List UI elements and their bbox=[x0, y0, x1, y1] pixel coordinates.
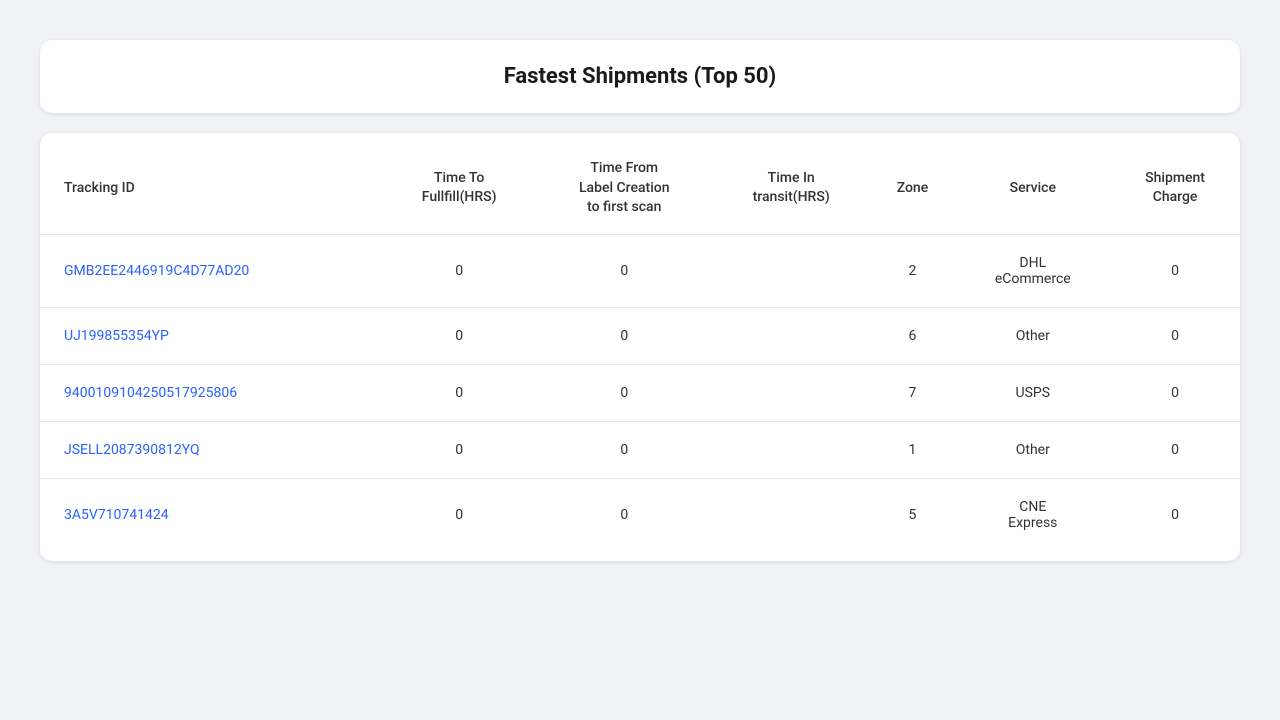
cell-tracking-id: JSELL2087390812YQ bbox=[40, 421, 383, 478]
table-row: UJ199855354YP006Other0 bbox=[40, 307, 1240, 364]
cell-time-in-transit bbox=[713, 364, 870, 421]
cell-shipment-charge: 0 bbox=[1110, 307, 1240, 364]
cell-time-from-label: 0 bbox=[536, 421, 713, 478]
table-row: GMB2EE2446919C4D77AD20002DHLeCommerce0 bbox=[40, 234, 1240, 307]
cell-service: USPS bbox=[955, 364, 1110, 421]
shipments-table: Tracking ID Time ToFullfill(HRS) Time Fr… bbox=[40, 143, 1240, 551]
cell-shipment-charge: 0 bbox=[1110, 478, 1240, 551]
col-header-service: Service bbox=[955, 143, 1110, 234]
tracking-link[interactable]: GMB2EE2446919C4D77AD20 bbox=[64, 263, 249, 279]
cell-time-from-label: 0 bbox=[536, 364, 713, 421]
cell-service: Other bbox=[955, 307, 1110, 364]
cell-shipment-charge: 0 bbox=[1110, 421, 1240, 478]
tracking-link[interactable]: UJ199855354YP bbox=[64, 328, 169, 344]
col-header-zone: Zone bbox=[869, 143, 955, 234]
cell-shipment-charge: 0 bbox=[1110, 234, 1240, 307]
cell-time-to-fulfill: 0 bbox=[383, 421, 536, 478]
cell-zone: 5 bbox=[869, 478, 955, 551]
col-header-time-to-fulfill: Time ToFullfill(HRS) bbox=[383, 143, 536, 234]
cell-zone: 2 bbox=[869, 234, 955, 307]
col-header-shipment-charge: ShipmentCharge bbox=[1110, 143, 1240, 234]
cell-time-to-fulfill: 0 bbox=[383, 478, 536, 551]
cell-time-in-transit bbox=[713, 478, 870, 551]
table-row: JSELL2087390812YQ001Other0 bbox=[40, 421, 1240, 478]
tracking-link[interactable]: 9400109104250517925806 bbox=[64, 385, 237, 401]
table-row: 9400109104250517925806007USPS0 bbox=[40, 364, 1240, 421]
cell-time-from-label: 0 bbox=[536, 478, 713, 551]
col-header-tracking-id: Tracking ID bbox=[40, 143, 383, 234]
col-header-time-in-transit: Time Intransit(HRS) bbox=[713, 143, 870, 234]
table-row: 3A5V710741424005CNEExpress0 bbox=[40, 478, 1240, 551]
cell-zone: 7 bbox=[869, 364, 955, 421]
cell-tracking-id: UJ199855354YP bbox=[40, 307, 383, 364]
cell-zone: 6 bbox=[869, 307, 955, 364]
cell-time-from-label: 0 bbox=[536, 234, 713, 307]
tracking-link[interactable]: JSELL2087390812YQ bbox=[64, 442, 200, 458]
cell-time-in-transit bbox=[713, 421, 870, 478]
cell-time-from-label: 0 bbox=[536, 307, 713, 364]
table-body: GMB2EE2446919C4D77AD20002DHLeCommerce0UJ… bbox=[40, 234, 1240, 551]
cell-service: DHLeCommerce bbox=[955, 234, 1110, 307]
cell-time-to-fulfill: 0 bbox=[383, 307, 536, 364]
table-header-row: Tracking ID Time ToFullfill(HRS) Time Fr… bbox=[40, 143, 1240, 234]
cell-time-to-fulfill: 0 bbox=[383, 364, 536, 421]
cell-time-in-transit bbox=[713, 234, 870, 307]
cell-service: Other bbox=[955, 421, 1110, 478]
table-card: Tracking ID Time ToFullfill(HRS) Time Fr… bbox=[40, 133, 1240, 561]
cell-tracking-id: GMB2EE2446919C4D77AD20 bbox=[40, 234, 383, 307]
cell-time-in-transit bbox=[713, 307, 870, 364]
tracking-link[interactable]: 3A5V710741424 bbox=[64, 507, 169, 523]
cell-service: CNEExpress bbox=[955, 478, 1110, 551]
cell-time-to-fulfill: 0 bbox=[383, 234, 536, 307]
page-title: Fastest Shipments (Top 50) bbox=[504, 64, 777, 89]
cell-shipment-charge: 0 bbox=[1110, 364, 1240, 421]
title-card: Fastest Shipments (Top 50) bbox=[40, 40, 1240, 113]
col-header-time-from-label: Time FromLabel Creationto first scan bbox=[536, 143, 713, 234]
cell-tracking-id: 9400109104250517925806 bbox=[40, 364, 383, 421]
cell-tracking-id: 3A5V710741424 bbox=[40, 478, 383, 551]
cell-zone: 1 bbox=[869, 421, 955, 478]
